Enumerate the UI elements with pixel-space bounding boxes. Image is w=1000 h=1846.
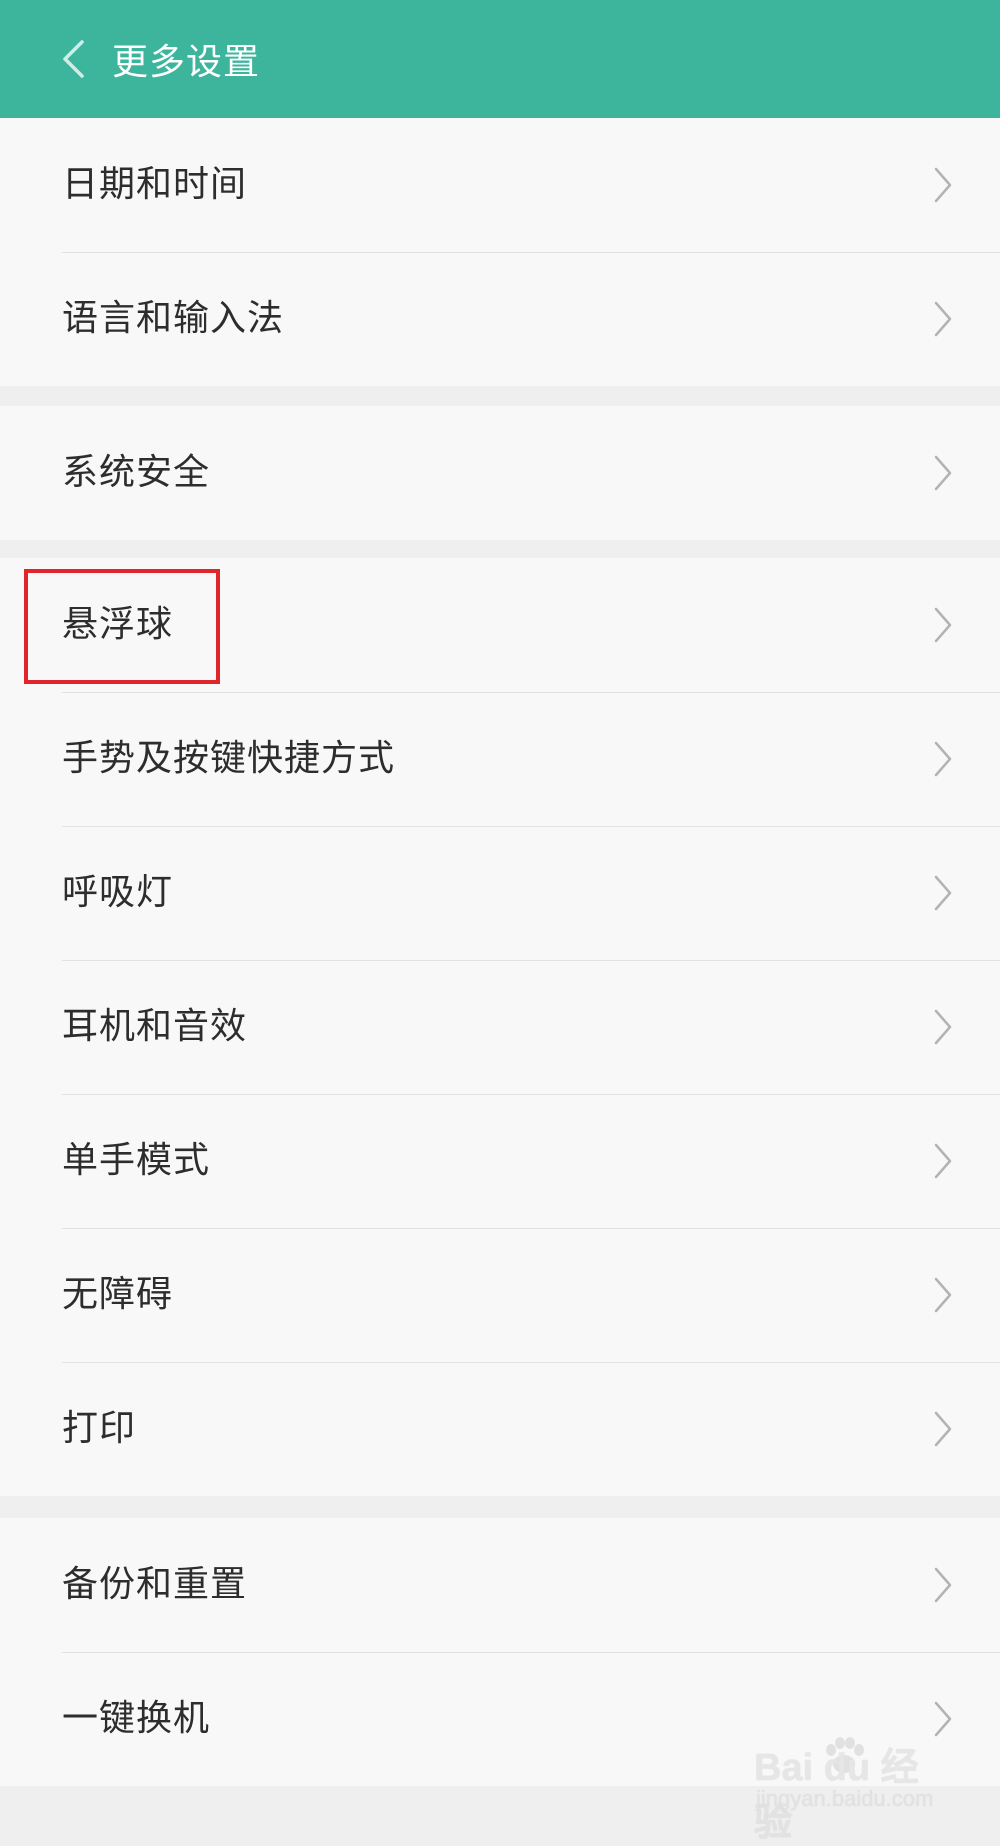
row-label: 语言和输入法 [62, 298, 285, 339]
app-header: 更多设置 [0, 0, 1000, 118]
watermark-url-text: jingyan.baidu.com [756, 1786, 934, 1811]
chevron-right-icon [932, 299, 954, 339]
page-title: 更多设置 [112, 42, 261, 83]
settings-row-gestures-shortcuts[interactable]: 手势及按键快捷方式 [0, 692, 1000, 826]
chevron-right-icon [932, 1141, 954, 1181]
row-label: 悬浮球 [62, 604, 174, 645]
settings-row-phone-clone[interactable]: 一键换机 [0, 1652, 1000, 1786]
row-label: 呼吸灯 [62, 872, 174, 913]
chevron-right-icon [932, 1007, 954, 1047]
settings-row-system-security[interactable]: 系统安全 [0, 406, 1000, 540]
row-label: 日期和时间 [62, 164, 248, 205]
chevron-right-icon [932, 605, 954, 645]
settings-group-backup: 备份和重置 一键换机 [0, 1518, 1000, 1786]
settings-group-locale: 日期和时间 语言和输入法 [0, 118, 1000, 386]
chevron-right-icon [932, 1565, 954, 1605]
chevron-right-icon [932, 1699, 954, 1739]
row-label: 耳机和音效 [62, 1006, 248, 1047]
settings-row-date-time[interactable]: 日期和时间 [0, 118, 1000, 252]
settings-row-language-input[interactable]: 语言和输入法 [0, 252, 1000, 386]
row-label: 打印 [62, 1408, 137, 1449]
row-label: 一键换机 [62, 1698, 211, 1739]
row-label: 手势及按键快捷方式 [62, 738, 396, 779]
settings-row-floating-ball[interactable]: 悬浮球 [0, 558, 1000, 692]
chevron-right-icon [932, 1275, 954, 1315]
settings-row-accessibility[interactable]: 无障碍 [0, 1228, 1000, 1362]
chevron-right-icon [932, 1409, 954, 1449]
chevron-left-icon [63, 40, 84, 78]
row-label: 备份和重置 [62, 1564, 248, 1605]
settings-row-headset-audio[interactable]: 耳机和音效 [0, 960, 1000, 1094]
settings-group-security: 系统安全 [0, 406, 1000, 540]
row-label: 系统安全 [62, 452, 211, 493]
chevron-right-icon [932, 873, 954, 913]
chevron-right-icon [932, 453, 954, 493]
settings-row-backup-reset[interactable]: 备份和重置 [0, 1518, 1000, 1652]
settings-row-print[interactable]: 打印 [0, 1362, 1000, 1496]
settings-group-features: 悬浮球 手势及按键快捷方式 呼吸灯 耳机和音效 单手模式 无障碍 打印 [0, 558, 1000, 1496]
back-button[interactable] [38, 24, 108, 94]
chevron-right-icon [932, 739, 954, 779]
row-label: 无障碍 [62, 1274, 174, 1315]
settings-row-breathing-light[interactable]: 呼吸灯 [0, 826, 1000, 960]
settings-row-one-hand-mode[interactable]: 单手模式 [0, 1094, 1000, 1228]
row-label: 单手模式 [62, 1140, 211, 1181]
chevron-right-icon [932, 165, 954, 205]
